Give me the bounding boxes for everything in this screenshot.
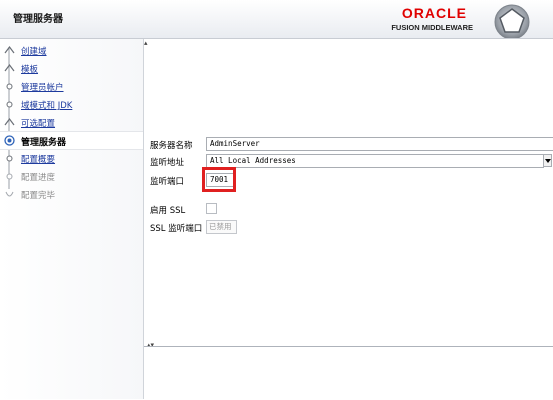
- done-step-icon: [4, 46, 15, 54]
- sidebar-item-config-summary[interactable]: 配置概要: [0, 150, 143, 167]
- pending-step-icon: [5, 191, 14, 197]
- sidebar-item-optional-config[interactable]: 可选配置: [0, 114, 143, 131]
- current-step-icon: [4, 135, 15, 146]
- pentagon-badge-icon: [494, 4, 530, 38]
- sidebar-item-label: 配置进度: [21, 173, 56, 183]
- sidebar-item-label[interactable]: 可选配置: [21, 117, 55, 129]
- page-title: 管理服务器: [13, 14, 63, 25]
- server-name-label: 服务器名称: [150, 141, 193, 151]
- sidebar-item-templates[interactable]: 模板: [0, 60, 143, 77]
- header-bar: 管理服务器 ORACLE FUSION MIDDLEWARE: [0, 0, 553, 39]
- pending-step-icon: [6, 173, 13, 180]
- sidebar-item-admin-account[interactable]: 管理员帐户: [0, 78, 143, 95]
- enable-ssl-checkbox[interactable]: [206, 203, 217, 214]
- sidebar-item-config-progress: 配置进度: [0, 168, 143, 185]
- highlight-annotation: [202, 167, 236, 192]
- sidebar-item-label: 配置完毕: [21, 191, 56, 201]
- sidebar-item-label[interactable]: 管理员帐户: [21, 81, 64, 93]
- bottom-panel: [144, 346, 553, 400]
- sidebar-item-create-domain[interactable]: 创建域: [0, 42, 143, 59]
- sidebar-item-label[interactable]: 模板: [21, 63, 38, 75]
- sidebar-item-domain-mode-jdk[interactable]: 域模式和 JDK: [0, 96, 143, 113]
- sidebar-item-label[interactable]: 配置概要: [21, 153, 55, 165]
- wizard-steps-sidebar: 创建域 模板 管理员帐户 域模式和 JDK 可选配置 管理服务器 配置概要 配置…: [0, 39, 144, 399]
- chevron-down-icon[interactable]: [543, 154, 552, 167]
- step-icon: [6, 83, 13, 90]
- ssl-port-field: 已禁用: [206, 220, 237, 234]
- done-step-icon: [4, 64, 15, 72]
- oracle-wordmark: ORACLE: [401, 5, 467, 21]
- step-icon: [6, 155, 13, 162]
- sidebar-item-config-complete: 配置完毕: [0, 186, 143, 203]
- enable-ssl-label: 启用 SSL: [150, 206, 186, 216]
- oracle-logo: ORACLE FUSION MIDDLEWARE: [386, 3, 476, 35]
- splitter-handle-icon[interactable]: ▴: [144, 39, 148, 47]
- step-icon: [6, 101, 13, 108]
- listen-address-select[interactable]: All Local Addresses: [206, 154, 544, 168]
- done-step-icon: [4, 118, 15, 126]
- sidebar-item-admin-server[interactable]: 管理服务器: [0, 131, 143, 150]
- listen-port-label: 监听端口: [150, 177, 185, 187]
- server-name-field[interactable]: AdminServer: [206, 137, 553, 151]
- listen-address-label: 监听地址: [150, 158, 185, 168]
- sidebar-item-label: 管理服务器: [21, 138, 67, 148]
- sidebar-item-label[interactable]: 创建域: [21, 45, 47, 57]
- sidebar-item-label[interactable]: 域模式和 JDK: [21, 99, 72, 111]
- fusion-middleware-wordmark: FUSION MIDDLEWARE: [391, 23, 473, 32]
- ssl-port-label: SSL 监听端口: [150, 224, 203, 234]
